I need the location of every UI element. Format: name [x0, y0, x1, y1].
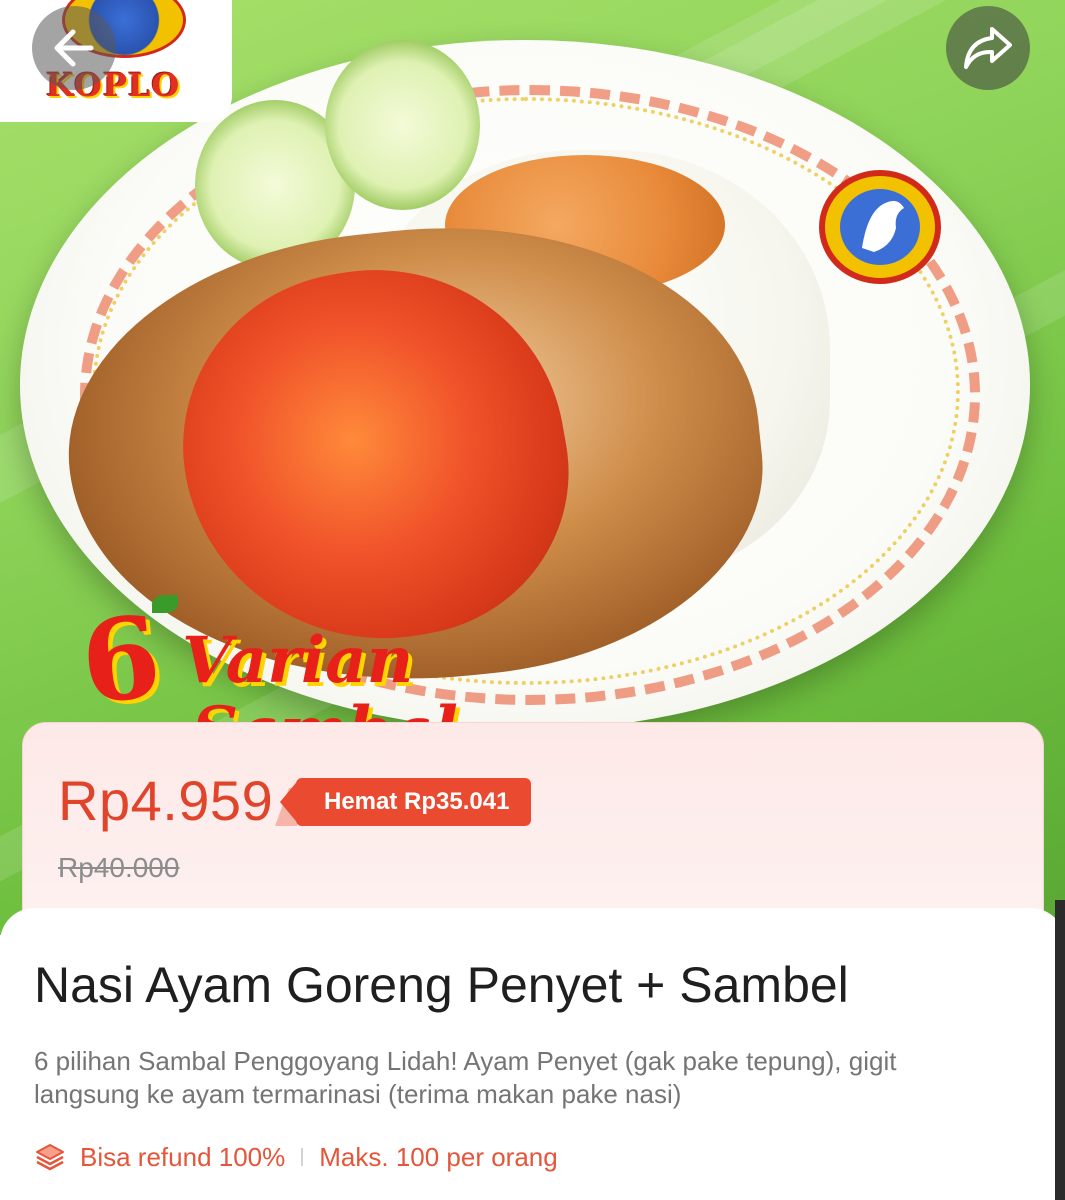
chili-leaf-icon — [152, 595, 178, 613]
back-button[interactable] — [32, 6, 116, 90]
product-title: Nasi Ayam Goreng Penyet + Sambel — [34, 957, 849, 1013]
share-button[interactable] — [946, 6, 1030, 90]
cucumber-slice — [325, 40, 480, 210]
current-price: Rp4.959 — [58, 769, 274, 832]
divider — [301, 1148, 304, 1166]
policy-row: Bisa refund 100% Maks. 100 per orang — [34, 1140, 558, 1174]
saving-badge: Hemat Rp35.041 — [296, 778, 532, 826]
refund-label: Bisa refund 100% — [80, 1141, 286, 1172]
scrollbar[interactable] — [1055, 900, 1065, 1200]
promo-number: 6 — [75, 591, 167, 730]
layers-icon — [36, 1144, 64, 1171]
promo-badge: 6 Varian Sambal — [72, 591, 492, 762]
promo-word: Varian — [182, 623, 414, 698]
original-price: Rp40.000 — [58, 852, 180, 883]
back-arrow-icon — [54, 29, 94, 67]
plate-rooster-emblem — [819, 170, 941, 284]
share-arrow-icon — [964, 27, 1012, 69]
product-description: 6 pilihan Sambal Penggoyang Lidah! Ayam … — [34, 1046, 897, 1109]
purchase-limit-label: Maks. 100 per orang — [319, 1141, 558, 1172]
